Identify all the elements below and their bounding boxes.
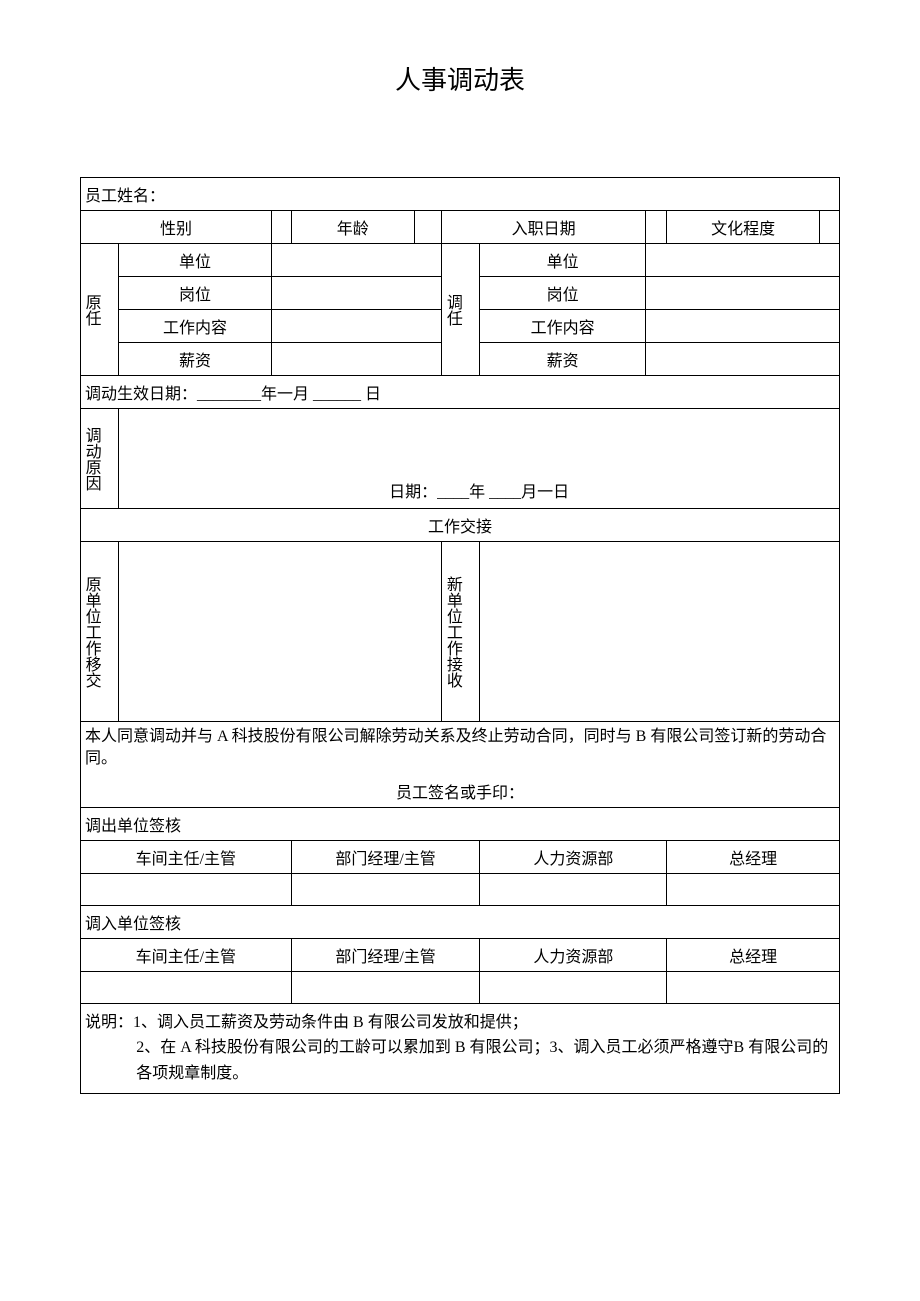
orig-position-value[interactable] [271,277,441,310]
note-2: 2、在 A 科技股份有限公司的工龄可以累加到 B 有限公司；3、调入员工必须严格… [85,1035,835,1086]
new-unit-value[interactable] [645,244,839,277]
orig-salary-label: 薪资 [119,343,272,376]
new-handover-value[interactable] [480,542,840,722]
in-approver2-label: 部门经理/主管 [291,938,480,971]
out-approver3-sign[interactable] [480,873,667,905]
new-salary-value[interactable] [645,343,839,376]
out-approver4-label: 总经理 [667,840,840,873]
in-approver2-sign[interactable] [291,971,480,1003]
age-label: 年龄 [291,211,414,244]
orig-position-label: 岗位 [119,277,272,310]
new-work-value[interactable] [645,310,839,343]
education-label: 文化程度 [667,211,820,244]
orig-unit-value[interactable] [271,244,441,277]
in-approver1-label: 车间主任/主管 [81,938,292,971]
consent-text: 本人同意调动并与 A 科技股份有限公司解除劳动关系及终止劳动合同，同时与 B 有… [85,726,835,771]
handover-header: 工作交接 [81,509,840,542]
transfer-form-table: 员工姓名： 性别 年龄 入职日期 文化程度 原任 单位 调任 单位 岗位 岗位 … [80,177,840,1094]
out-approver4-sign[interactable] [667,873,840,905]
hire-date-value[interactable] [645,211,666,244]
orig-work-value[interactable] [271,310,441,343]
employee-name-label: 员工姓名： [81,178,840,211]
notes-cell: 说明：1、调入员工薪资及劳动条件由 B 有限公司发放和提供； 2、在 A 科技股… [81,1003,840,1093]
note-1: 1、调入员工薪资及劳动条件由 B 有限公司发放和提供； [133,1014,528,1031]
in-approver1-sign[interactable] [81,971,292,1003]
new-work-label: 工作内容 [480,310,645,343]
out-approver1-sign[interactable] [81,873,292,905]
new-position-value[interactable] [645,277,839,310]
orig-work-label: 工作内容 [119,310,272,343]
gender-label: 性别 [81,211,272,244]
original-assignment-label: 原任 [81,244,119,376]
new-assignment-label: 调任 [442,244,480,376]
new-handover-label: 新单位工作接收 [442,542,480,722]
out-approver1-label: 车间主任/主管 [81,840,292,873]
age-value[interactable] [414,211,442,244]
reason-cell[interactable]: 日期：____年 ____月一日 [119,409,840,509]
out-approver2-sign[interactable] [291,873,480,905]
orig-unit-label: 单位 [119,244,272,277]
reason-date: 日期：____年 ____月一日 [123,478,835,502]
orig-handover-label: 原单位工作移交 [81,542,119,722]
out-approver2-label: 部门经理/主管 [291,840,480,873]
notes-prefix: 说明： [85,1014,133,1031]
out-approval-header: 调出单位签核 [81,807,840,840]
out-approver3-label: 人力资源部 [480,840,667,873]
new-position-label: 岗位 [480,277,645,310]
effective-date-row[interactable]: 调动生效日期：________年一月 ______ 日 [81,376,840,409]
consent-cell: 本人同意调动并与 A 科技股份有限公司解除劳动关系及终止劳动合同，同时与 B 有… [81,722,840,808]
new-salary-label: 薪资 [480,343,645,376]
in-approval-header: 调入单位签核 [81,905,840,938]
gender-value[interactable] [271,211,291,244]
orig-handover-value[interactable] [119,542,442,722]
in-approver4-sign[interactable] [667,971,840,1003]
in-approver4-label: 总经理 [667,938,840,971]
signature-label[interactable]: 员工签名或手印： [85,779,835,803]
in-approver3-sign[interactable] [480,971,667,1003]
education-value[interactable] [819,211,839,244]
new-unit-label: 单位 [480,244,645,277]
orig-salary-value[interactable] [271,343,441,376]
hire-date-label: 入职日期 [442,211,646,244]
page-title: 人事调动表 [80,60,840,97]
in-approver3-label: 人力资源部 [480,938,667,971]
reason-label: 调动原因 [81,409,119,509]
